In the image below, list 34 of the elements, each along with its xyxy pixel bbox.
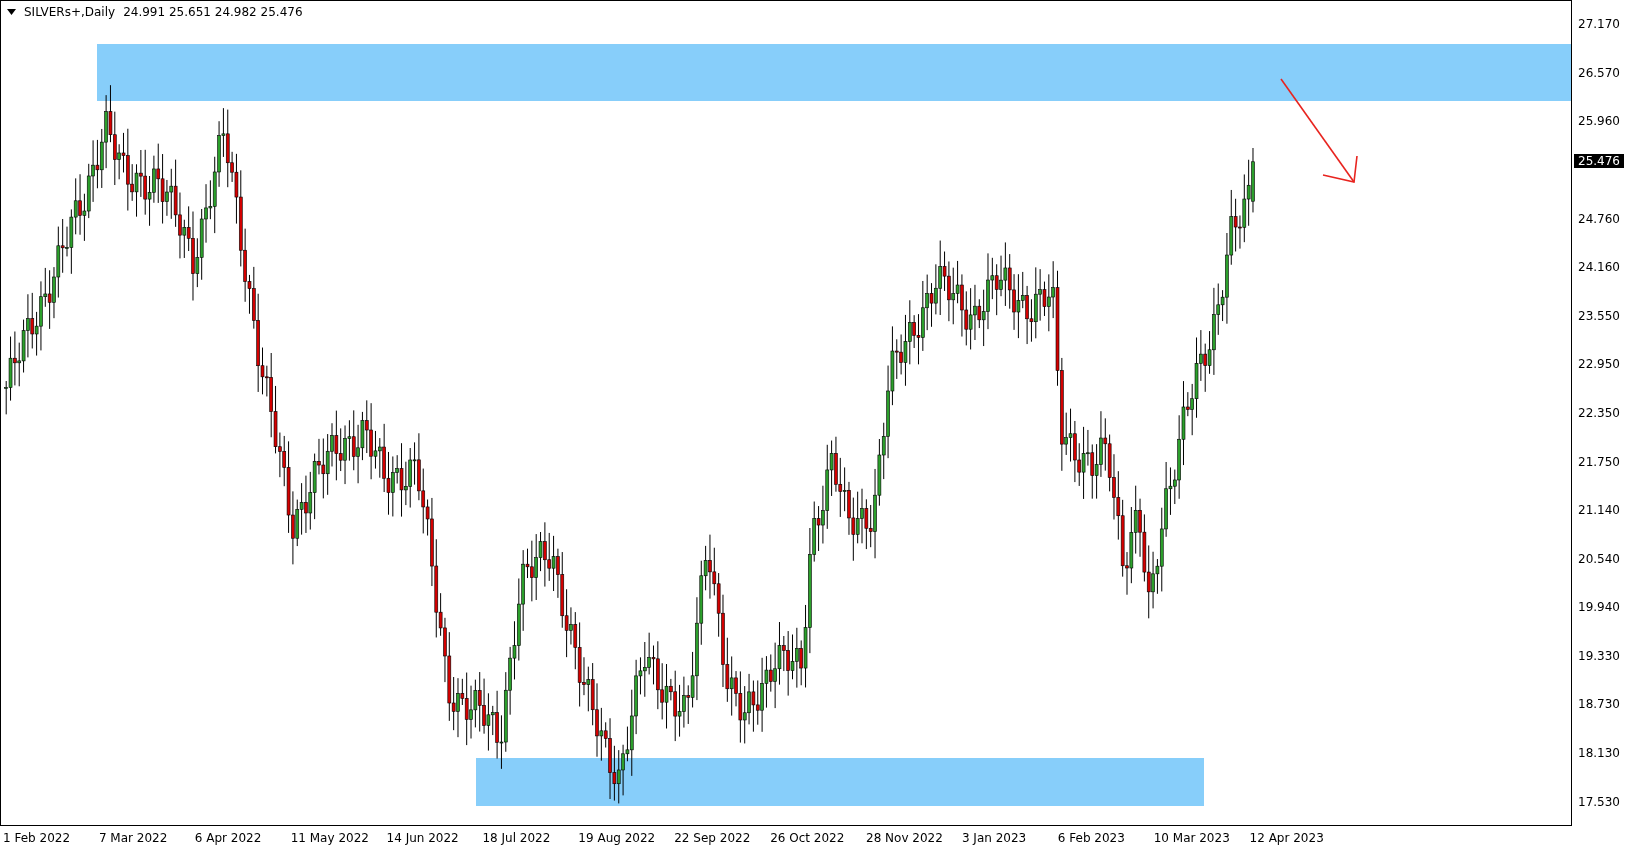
price-tick-label: 22.350	[1577, 405, 1621, 422]
date-tick-label: 18 Jul 2022	[482, 831, 552, 845]
price-tick-label: 26.570	[1577, 64, 1621, 82]
date-tick-label: 11 May 2022	[290, 831, 370, 845]
price-tick-label: 18.130	[1577, 745, 1621, 763]
price-tick-label: 27.170	[1577, 16, 1621, 34]
price-tick-label: 20.540	[1577, 550, 1621, 568]
date-tick-label: 14 Jun 2022	[386, 831, 460, 845]
price-tick-label: 22.950	[1577, 356, 1621, 374]
date-tick-label: 6 Feb 2023	[1057, 831, 1126, 845]
price-tick-label: 19.940	[1577, 599, 1621, 617]
date-tick-label: 7 Mar 2022	[98, 831, 169, 845]
price-tick-label: 18.730	[1577, 696, 1621, 714]
date-tick-label: 1 Feb 2022	[3, 831, 72, 845]
date-tick-label: 28 Nov 2022	[866, 831, 944, 845]
price-tick-label: 23.550	[1577, 307, 1621, 325]
symbol-label: SILVERs+,Daily	[24, 5, 116, 19]
date-tick-label: 6 Apr 2022	[194, 831, 263, 845]
date-tick-label: 10 Mar 2023	[1153, 831, 1231, 845]
date-tick-label: 22 Sep 2022	[674, 831, 752, 845]
price-tick-label: 21.140	[1577, 502, 1621, 520]
dropdown-triangle-icon[interactable]	[7, 9, 16, 15]
price-tick-label: 24.760	[1577, 210, 1621, 228]
date-tick-label: 26 Oct 2022	[770, 831, 846, 845]
ohlc-values: 24.991 25.651 24.982 25.476	[123, 5, 303, 19]
price-tick-label: 19.330	[1577, 647, 1621, 665]
price-tick-label: 21.750	[1577, 453, 1621, 471]
date-tick-label: 12 Apr 2023	[1249, 831, 1325, 845]
date-tick-label: 3 Jan 2023	[961, 831, 1028, 845]
date-tick-label: 19 Aug 2022	[578, 831, 657, 845]
price-tick-label: 25.960	[1577, 113, 1621, 131]
price-tick-label: 17.530	[1577, 793, 1621, 811]
price-tick-label: 24.160	[1577, 259, 1621, 277]
current-price-label: 25.476	[1574, 153, 1624, 168]
